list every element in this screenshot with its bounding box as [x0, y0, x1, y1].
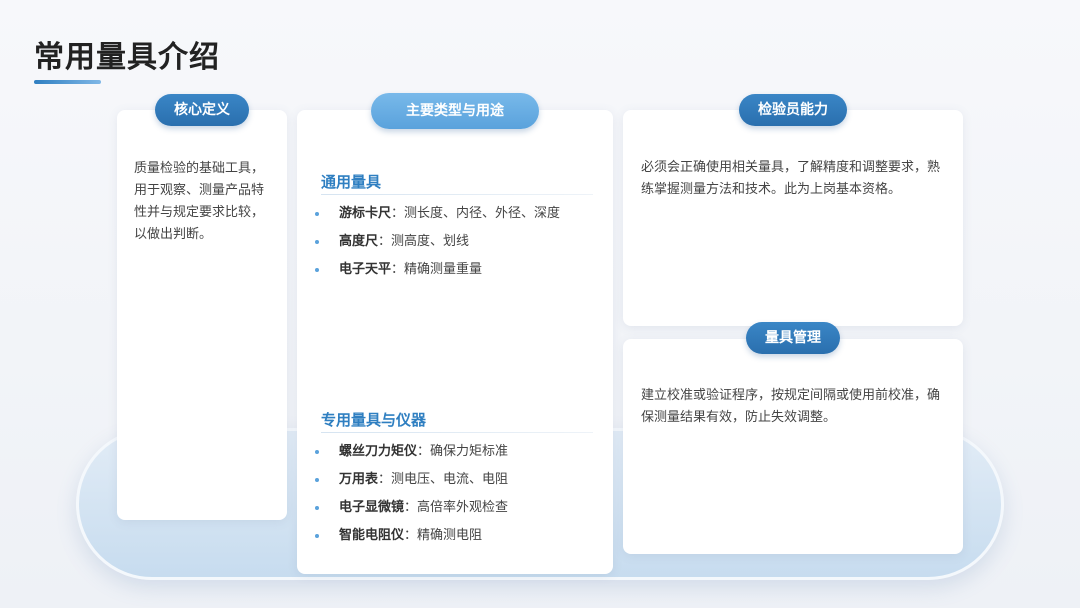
bullet-icon: [315, 450, 319, 454]
item-separator: ：: [378, 472, 392, 487]
gauge-management-card: 建立校准或验证程序，按规定间隔或使用前校准，确保测量结果有效，防止失效调整。: [623, 339, 963, 554]
gauge-management-text: 建立校准或验证程序，按规定间隔或使用前校准，确保测量结果有效，防止失效调整。: [641, 388, 941, 425]
inspector-ability-text: 必须会正确使用相关量具，了解精度和调整要求，熟练掌握测量方法和技术。此为上岗基本…: [641, 160, 941, 197]
item-desc: 精确测电阻: [417, 528, 483, 543]
item-separator: ：: [404, 500, 418, 515]
item-name: 电子天平: [339, 262, 392, 277]
item-name: 螺丝刀力矩仪: [339, 444, 418, 459]
item-name: 游标卡尺: [339, 206, 392, 221]
bullet-icon: [315, 240, 319, 244]
list-item: 电子天平：精确测量重量: [315, 256, 560, 284]
bullet-icon: [315, 534, 319, 538]
item-name: 智能电阻仪: [339, 528, 405, 543]
gauge-management-badge: 量具管理: [746, 322, 840, 354]
general-gauges-heading: 通用量具: [321, 173, 382, 191]
item-desc: 测长度、内径、外径、深度: [404, 206, 561, 221]
item-desc: 确保力矩标准: [430, 444, 509, 459]
list-item: 智能电阻仪：精确测电阻: [315, 522, 508, 550]
item-separator: ：: [378, 234, 392, 249]
list-item: 万用表：测电压、电流、电阻: [315, 466, 508, 494]
item-separator: ：: [404, 528, 418, 543]
item-desc: 测电压、电流、电阻: [391, 472, 509, 487]
main-types-badge: 主要类型与用途: [371, 93, 539, 129]
bullet-icon: [315, 478, 319, 482]
item-name: 万用表: [339, 472, 379, 487]
special-gauges-divider: [321, 432, 593, 433]
bullet-icon: [315, 212, 319, 216]
item-desc: 高倍率外观检查: [417, 500, 509, 515]
general-gauges-divider: [321, 194, 593, 195]
item-name: 电子显微镜: [339, 500, 405, 515]
bullet-icon: [315, 506, 319, 510]
item-separator: ：: [391, 206, 405, 221]
core-definition-text: 质量检验的基础工具，用于观察、测量产品特性并与规定要求比较，以做出判断。: [134, 161, 265, 242]
item-name: 高度尺: [339, 234, 379, 249]
main-types-card: 通用量具 游标卡尺：测长度、内径、外径、深度 高度尺：测高度、划线 电子天平：精…: [297, 110, 613, 574]
list-item: 游标卡尺：测长度、内径、外径、深度: [315, 200, 560, 228]
special-gauges-heading: 专用量具与仪器: [321, 411, 427, 429]
title-underline: [34, 80, 101, 84]
item-desc: 精确测量重量: [404, 262, 483, 277]
page-title: 常用量具介绍: [34, 40, 220, 75]
general-gauges-list: 游标卡尺：测长度、内径、外径、深度 高度尺：测高度、划线 电子天平：精确测量重量: [315, 200, 560, 284]
item-separator: ：: [417, 444, 431, 459]
item-separator: ：: [391, 262, 405, 277]
list-item: 高度尺：测高度、划线: [315, 228, 560, 256]
core-definition-badge: 核心定义: [155, 94, 249, 126]
inspector-ability-badge: 检验员能力: [739, 94, 847, 126]
inspector-ability-card: 必须会正确使用相关量具，了解精度和调整要求，熟练掌握测量方法和技术。此为上岗基本…: [623, 110, 963, 326]
bullet-icon: [315, 268, 319, 272]
list-item: 电子显微镜：高倍率外观检查: [315, 494, 508, 522]
core-definition-card: 质量检验的基础工具，用于观察、测量产品特性并与规定要求比较，以做出判断。: [117, 110, 287, 520]
item-desc: 测高度、划线: [391, 234, 470, 249]
list-item: 螺丝刀力矩仪：确保力矩标准: [315, 438, 508, 466]
special-gauges-list: 螺丝刀力矩仪：确保力矩标准 万用表：测电压、电流、电阻 电子显微镜：高倍率外观检…: [315, 438, 508, 550]
